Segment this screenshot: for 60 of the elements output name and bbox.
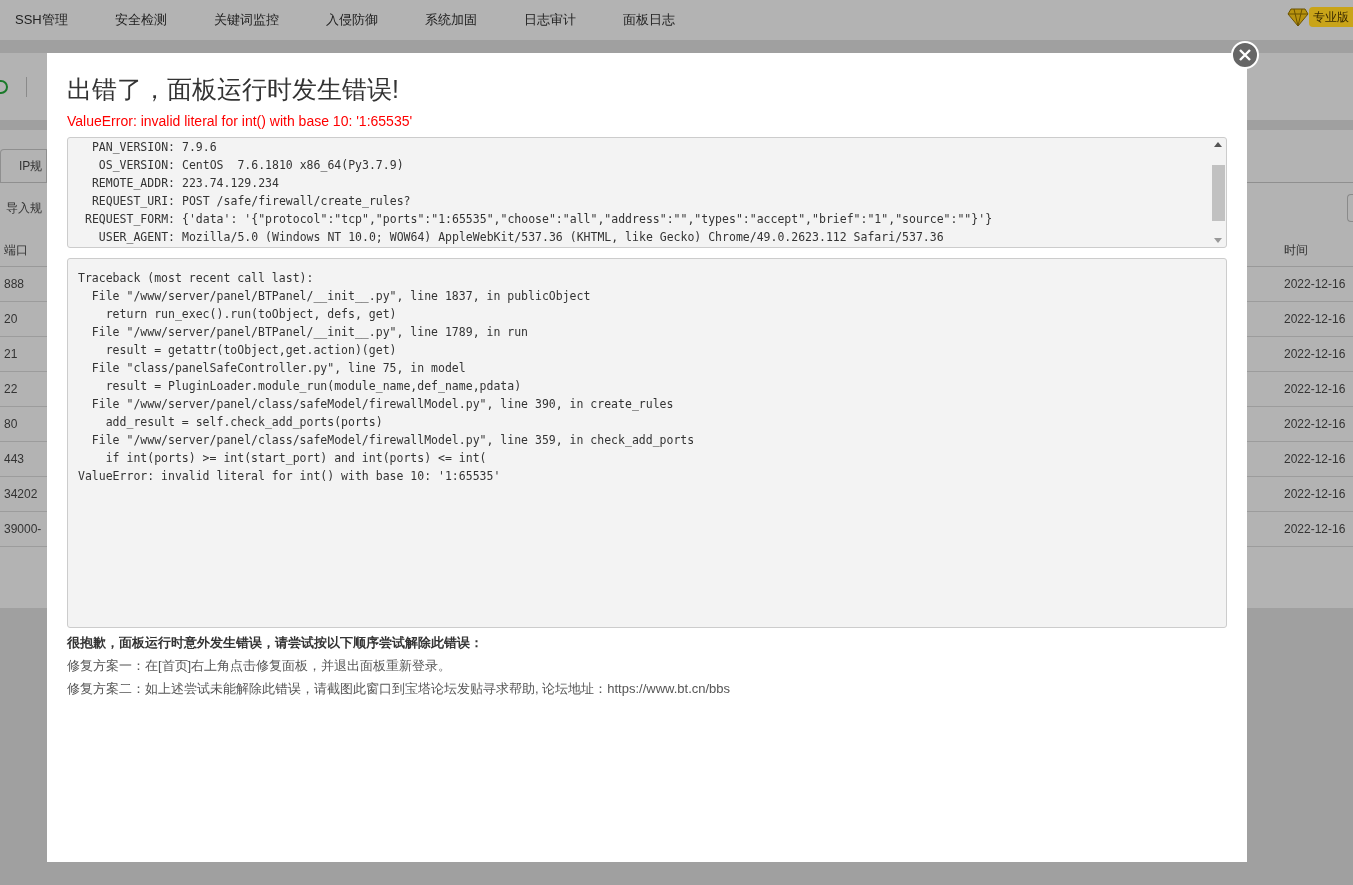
nav-item[interactable]: 日志审计: [523, 10, 576, 30]
traceback-line: ValueError: invalid literal for int() with base 10: '1:65535': [78, 468, 501, 485]
traceback-line: File "class/panelSafeController.py", line 75, in model: [90, 360, 466, 377]
table-cell-text: 21: [3, 346, 18, 363]
info-key: PAN_VERSION:: [78, 138, 175, 156]
dialog-title: 出错了，面板运行时发生错误!: [67, 74, 400, 105]
table-cell-text: 2022-12-16: [1283, 451, 1346, 468]
table-cell-text: 2022-12-16: [1283, 276, 1346, 293]
help-text: 修复方案二：如上述尝试未能解除此错误，请截图此窗口到宝塔论坛发贴寻求帮助, 论坛地址：https://www.bt.cn/bbs: [67, 680, 731, 698]
info-value: {'data': '{"protocol":"tcp","ports":"1:65535","choose":"all","address":"","types":"accept","brief":"1","source":""}'}: [181, 211, 993, 228]
table-cell-text: 22: [3, 381, 18, 398]
nav-item[interactable]: 安全检测: [114, 10, 167, 30]
info-value: Mozilla/5.0 (Windows NT 10.0; WOW64) AppleWebKit/537.36 (KHTML, like Gecko) Chrome/49.0.2623.112 Safari/537.36: [181, 229, 944, 246]
traceback-line: File "/www/server/panel/BTPanel/__init__.py", line 1837, in publicObject: [90, 288, 591, 305]
info-key: REQUEST_URI:: [78, 192, 175, 210]
info-key: REQUEST_FORM:: [78, 210, 175, 228]
info-value: POST /safe/firewall/create_rules?: [181, 193, 411, 210]
table-cell-text: 2022-12-16: [1283, 486, 1346, 503]
traceback-line: result = getattr(toObject,get.action)(get): [104, 342, 397, 359]
table-cell-text: 39000-: [3, 521, 42, 538]
help-title: 很抱歉，面板运行时意外发生错误，请尝试按以下顺序尝试解除此错误：: [67, 634, 484, 652]
table-cell-text: 34202: [3, 486, 38, 503]
table-cell-text: 20: [3, 311, 18, 328]
scroll-up-icon[interactable]: [1214, 142, 1222, 147]
import-button[interactable]: 导入规: [0, 199, 42, 217]
traceback-line: Traceback (most recent call last):: [78, 270, 314, 287]
nav-item[interactable]: SSH管理: [15, 10, 68, 30]
info-value: CentOS 7.6.1810 x86_64(Py3.7.9): [181, 157, 404, 174]
table-cell-text: 2022-12-16: [1283, 346, 1346, 363]
table-cell-text: 2022-12-16: [1283, 311, 1346, 328]
edition-badge: 专业版: [1309, 7, 1353, 27]
traceback-line: File "/www/server/panel/BTPanel/__init__.py", line 1789, in run: [90, 324, 529, 341]
info-value: 7.9.6: [181, 139, 217, 156]
traceback-line: if int(ports) >= int(start_port) and int(ports) <= int(: [104, 450, 487, 467]
info-key: OS_VERSION:: [78, 156, 175, 174]
info-key: REMOTE_ADDR:: [78, 174, 175, 192]
traceback-line: File "/www/server/panel/class/safeModel/firewallModel.py", line 390, in create_rules: [90, 396, 674, 413]
nav-item[interactable]: 系统加固: [424, 10, 477, 30]
table-cell-text: 2022-12-16: [1283, 521, 1346, 538]
table-cell-text: 2022-12-16: [1283, 381, 1346, 398]
table-cell-text: 2022-12-16: [1283, 416, 1346, 433]
nav-item[interactable]: 入侵防御: [325, 10, 378, 30]
traceback-line: return run_exec().run(toObject, defs, get): [104, 306, 397, 323]
nav-item[interactable]: 关键词监控: [213, 10, 279, 30]
scroll-down-icon[interactable]: [1214, 238, 1222, 243]
table-cell-text: 80: [3, 416, 18, 433]
diamond-icon: [1287, 7, 1309, 27]
nav-item[interactable]: 面板日志: [622, 10, 675, 30]
info-key: USER_AGENT:: [78, 228, 175, 246]
traceback-line: File "/www/server/panel/class/safeModel/firewallModel.py", line 359, in check_add_ports: [90, 432, 695, 449]
close-icon: [1239, 49, 1251, 61]
help-text: 修复方案一：在[首页]右上角点击修复面板，并退出面板重新登录。: [67, 657, 452, 675]
table-cell-text: 443: [3, 451, 25, 468]
table-cell-text: 888: [3, 276, 25, 293]
error-message: ValueError: invalid literal for int() with base 10: '1:65535': [67, 112, 414, 130]
input-field[interactable]: [1347, 194, 1353, 222]
close-button[interactable]: [1231, 41, 1259, 69]
traceback-line: add_result = self.check_add_ports(ports): [104, 414, 383, 431]
info-value: 223.74.129.234: [181, 175, 279, 192]
traceback-line: result = PluginLoader.module_run(module_name,def_name,pdata): [104, 378, 522, 395]
